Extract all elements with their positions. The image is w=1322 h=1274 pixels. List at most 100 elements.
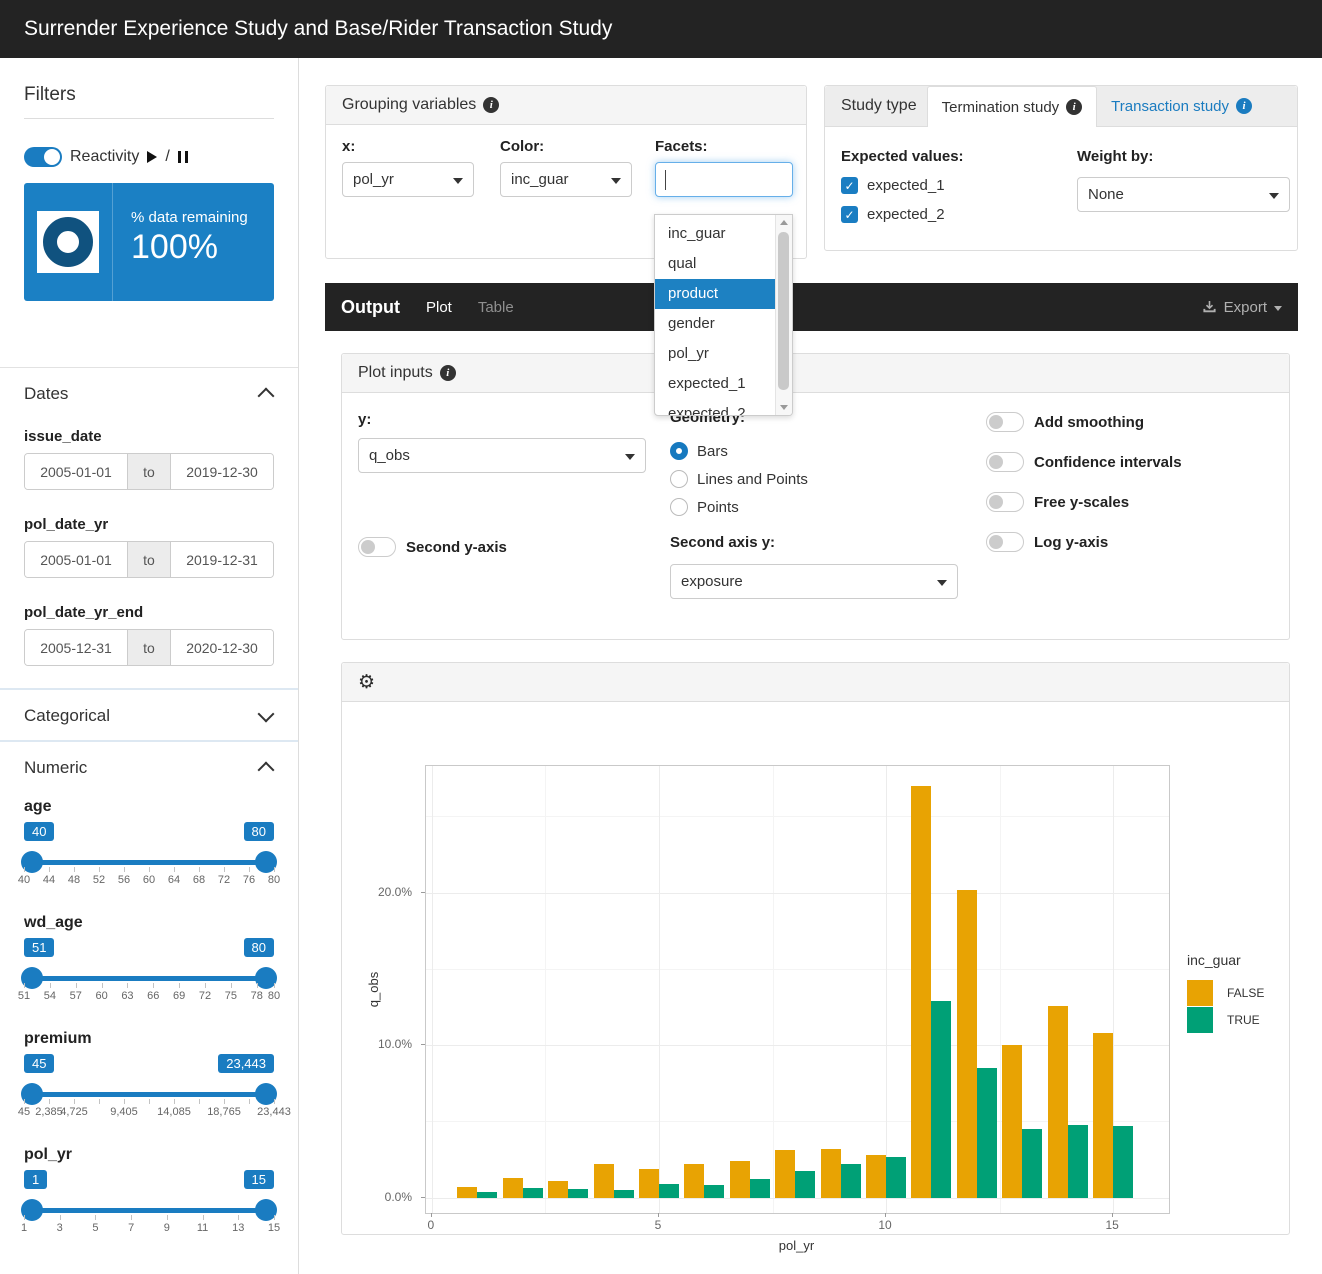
numeric-title: Numeric: [24, 758, 87, 778]
plot-inputs-title: Plot inputs: [358, 364, 433, 382]
dropdown-option-qual[interactable]: qual: [655, 249, 792, 279]
free-y-scales-toggle-row[interactable]: Free y-scales: [986, 492, 1129, 512]
date-to-input[interactable]: 2019-12-31: [171, 542, 273, 577]
info-icon[interactable]: i: [1066, 99, 1082, 115]
checkbox-checked-icon[interactable]: ✓: [841, 177, 858, 194]
slider-name: pol_yr: [24, 1146, 274, 1164]
tab-transaction-study[interactable]: Transaction study i: [1097, 86, 1266, 126]
reactivity-toggle[interactable]: [24, 147, 62, 167]
info-icon[interactable]: i: [440, 365, 456, 381]
log-y-axis-toggle[interactable]: [986, 532, 1024, 552]
radio-points[interactable]: Points: [670, 498, 739, 516]
date-to-input[interactable]: 2019-12-30: [171, 454, 273, 489]
slider-name: wd_age: [24, 914, 274, 932]
bar-true-1: [477, 1192, 497, 1198]
study-type-card: Study type Termination study i Transacti…: [824, 85, 1298, 251]
y-tick-label: 0.0%: [385, 1190, 412, 1204]
slider-from-badge: 51: [24, 938, 54, 957]
slider-track[interactable]: [24, 1208, 274, 1213]
dropdown-option-product[interactable]: product: [655, 279, 792, 309]
y-select[interactable]: q_obs: [358, 438, 646, 473]
date-from-input[interactable]: 2005-12-31: [25, 630, 127, 665]
slider-wd_age[interactable]: wd_age51805154576063666972757880: [24, 914, 274, 1008]
slider-track[interactable]: [24, 860, 274, 865]
dates-section: Dates issue_date 2005-01-01 to 2019-12-3…: [0, 367, 298, 688]
slider-premium[interactable]: premium4523,443452,3854,7259,40514,08518…: [24, 1030, 274, 1124]
legend-swatch: [1187, 980, 1213, 1006]
bar-chart: q_obs 0.0%10.0%20.0% 051015 pol_yr inc_g…: [342, 702, 1289, 1235]
slash-separator: /: [165, 148, 169, 166]
free-y-scales-toggle[interactable]: [986, 492, 1024, 512]
export-button[interactable]: Export: [1202, 299, 1282, 316]
date-to-input[interactable]: 2020-12-30: [171, 630, 273, 665]
date-from-input[interactable]: 2005-01-01: [25, 542, 127, 577]
second-y-axis-toggle[interactable]: [358, 537, 396, 557]
radio-unselected-icon[interactable]: [670, 470, 688, 488]
play-icon[interactable]: [147, 151, 157, 163]
info-icon[interactable]: i: [483, 97, 499, 113]
dates-section-header[interactable]: Dates: [24, 368, 274, 418]
tab-table[interactable]: Table: [478, 299, 514, 316]
color-select[interactable]: inc_guar: [500, 162, 632, 197]
x-select[interactable]: pol_yr: [342, 162, 474, 197]
slider-pol_yr[interactable]: pol_yr11513579111315: [24, 1146, 274, 1240]
bar-false-1: [457, 1187, 477, 1198]
legend-label: FALSE: [1227, 986, 1264, 1000]
confidence-intervals-toggle-row[interactable]: Confidence intervals: [986, 452, 1182, 472]
bar-true-15: [1113, 1126, 1133, 1198]
dropdown-option-inc_guar[interactable]: inc_guar: [655, 219, 792, 249]
pause-icon[interactable]: [178, 151, 188, 163]
scroll-down-icon[interactable]: [776, 400, 791, 415]
dropdown-scrollbar[interactable]: [775, 215, 792, 415]
scroll-up-icon[interactable]: [776, 215, 791, 230]
gridline: [886, 766, 887, 1213]
gear-icon[interactable]: ⚙: [358, 671, 375, 694]
date-range-pol-date-yr: 2005-01-01 to 2019-12-31: [24, 541, 274, 578]
second-y-axis-toggle-row[interactable]: Second y-axis: [358, 537, 507, 557]
date-from-input[interactable]: 2005-01-01: [25, 454, 127, 489]
facets-input[interactable]: [655, 162, 793, 197]
numeric-section-header[interactable]: Numeric: [24, 742, 274, 792]
radio-selected-icon[interactable]: [670, 442, 688, 460]
data-remaining-box: % data remaining 100%: [24, 183, 274, 301]
checkbox-row-expected-1[interactable]: ✓ expected_1: [841, 177, 964, 194]
tab-plot[interactable]: Plot: [426, 299, 452, 316]
radio-bars[interactable]: Bars: [670, 442, 728, 460]
slider-track[interactable]: [24, 1092, 274, 1097]
categorical-section-header[interactable]: Categorical: [24, 690, 274, 740]
checkbox-row-expected-2[interactable]: ✓ expected_2: [841, 206, 964, 223]
slider-age[interactable]: age40804044485256606468727680: [24, 798, 274, 892]
study-type-tabrow: Study type Termination study i Transacti…: [825, 86, 1297, 127]
bar-false-14: [1048, 1006, 1068, 1198]
filters-title: Filters: [24, 84, 274, 106]
gridline: [426, 816, 1169, 817]
dropdown-option-expected_2[interactable]: expected_2: [655, 399, 792, 416]
y-tick-label: 10.0%: [378, 1037, 412, 1051]
caret-down-icon: [1274, 306, 1282, 311]
caret-down-icon: [625, 454, 635, 460]
checkbox-checked-icon[interactable]: ✓: [841, 206, 858, 223]
radio-unselected-icon[interactable]: [670, 498, 688, 516]
add-smoothing-toggle-row[interactable]: Add smoothing: [986, 412, 1144, 432]
dropdown-option-expected_1[interactable]: expected_1: [655, 369, 792, 399]
bar-true-14: [1068, 1125, 1088, 1198]
bar-true-2: [523, 1188, 543, 1198]
radio-lines-and-points[interactable]: Lines and Points: [670, 470, 808, 488]
divider: [24, 118, 274, 119]
date-range-pol-date-yr-end: 2005-12-31 to 2020-12-30: [24, 629, 274, 666]
second-axis-y-select[interactable]: exposure: [670, 564, 958, 599]
facets-label: Facets:: [655, 138, 793, 155]
log-y-axis-toggle-row[interactable]: Log y-axis: [986, 532, 1108, 552]
reactivity-row: Reactivity /: [24, 147, 274, 167]
confidence-intervals-toggle[interactable]: [986, 452, 1024, 472]
scrollbar-thumb[interactable]: [778, 232, 789, 390]
info-icon[interactable]: i: [1236, 98, 1252, 114]
slider-track[interactable]: [24, 976, 274, 981]
dropdown-option-gender[interactable]: gender: [655, 309, 792, 339]
slider-name: premium: [24, 1030, 274, 1048]
dropdown-option-pol_yr[interactable]: pol_yr: [655, 339, 792, 369]
weight-by-select[interactable]: None: [1077, 177, 1290, 212]
tab-termination-study[interactable]: Termination study i: [927, 86, 1098, 127]
legend-label: TRUE: [1227, 1013, 1260, 1027]
add-smoothing-toggle[interactable]: [986, 412, 1024, 432]
